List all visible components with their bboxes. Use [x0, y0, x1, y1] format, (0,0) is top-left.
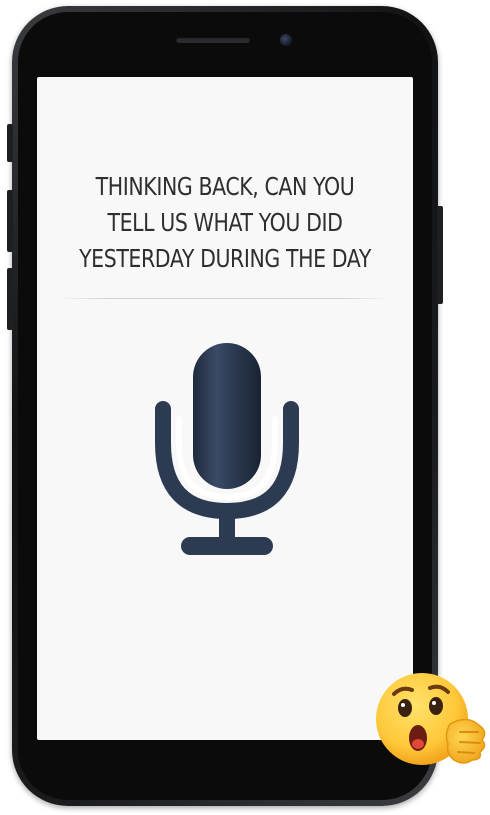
question-line-3: YESTERDAY DURING THE DAY	[79, 244, 371, 273]
stage: THINKING BACK, CAN YOU TELL US WHAT YOU …	[0, 0, 490, 815]
question-line-1: THINKING BACK, CAN YOU	[95, 172, 355, 201]
power-button	[437, 206, 443, 304]
microphone-icon[interactable]	[153, 339, 301, 561]
front-camera	[280, 34, 292, 46]
mute-switch	[7, 124, 13, 162]
surprised-face-emoji-icon	[376, 673, 486, 765]
question-text: THINKING BACK, CAN YOU TELL US WHAT YOU …	[71, 169, 379, 277]
volume-down-button	[7, 268, 13, 330]
volume-up-button	[7, 190, 13, 252]
phone-screen: THINKING BACK, CAN YOU TELL US WHAT YOU …	[37, 77, 413, 740]
earpiece-speaker	[176, 37, 250, 43]
divider-line	[59, 298, 391, 299]
question-line-2: TELL US WHAT YOU DID	[107, 208, 343, 237]
